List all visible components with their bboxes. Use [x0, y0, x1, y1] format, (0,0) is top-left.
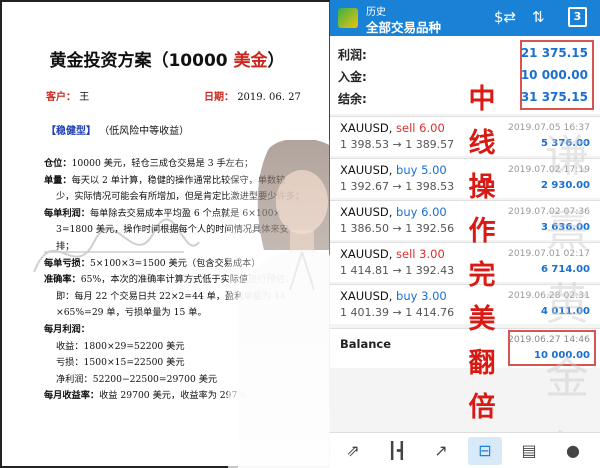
- trade-volume: sell 3.00: [396, 247, 445, 261]
- promo-char: 操: [468, 172, 496, 203]
- plan-line-text: 亏损：1500×15=22500 美元: [56, 357, 185, 369]
- promo-char: 完: [468, 260, 496, 291]
- watermark-char: 熹: [545, 205, 589, 256]
- title-prefix: 黄金投资方案（10000: [49, 51, 234, 71]
- promo-char: 倍: [468, 392, 496, 423]
- trade-symbol: XAUUSD, sell 6.00: [340, 121, 445, 135]
- trade-volume: sell 6.00: [396, 121, 445, 135]
- plan-line-text: 净利润：52200−22500=29700 美元: [56, 373, 218, 385]
- trade-volume: buy 3.00: [396, 289, 447, 303]
- watermark-char: 黄: [545, 279, 589, 330]
- plan-line-text: 10000 美元，轻仓三成仓交易是 3 手左右；: [71, 158, 254, 169]
- trade-symbol-name: XAUUSD,: [340, 247, 393, 261]
- promo-vertical-text: 中线操作完美翻倍: [462, 78, 502, 430]
- bottom-nav: ⇗ ┃┫ ↗ ⊟ ▤ ●: [330, 432, 600, 468]
- trade-symbol: XAUUSD, buy 3.00: [340, 289, 447, 303]
- profit-label: 利润:: [338, 48, 367, 62]
- plan-line-label: 单量：: [44, 174, 72, 186]
- app-logo-icon: [338, 8, 358, 28]
- news-icon[interactable]: ▤: [512, 437, 546, 465]
- history-icon[interactable]: ⊟: [468, 437, 502, 465]
- promo-char: 线: [468, 128, 496, 159]
- plan-line-text: 收益 29700 美元，收益率为 297%: [99, 390, 247, 402]
- section-heading: 【稳健型】 （低风险中等收益）: [46, 122, 189, 137]
- client-value: 王: [79, 92, 90, 103]
- plan-line-label: 每月收益率：: [44, 390, 100, 402]
- trade-prices: 1 392.67 → 1 398.53: [340, 180, 455, 193]
- trade-prices: 1 414.81 → 1 392.43: [340, 264, 455, 277]
- promo-char: 翻: [468, 348, 496, 379]
- summary-highlight-box: [520, 40, 594, 110]
- promo-char: 美: [468, 304, 496, 335]
- quotes-icon[interactable]: ⇗: [336, 437, 370, 465]
- promo-char: 中: [468, 84, 496, 115]
- client-field: 客户： 王: [46, 88, 89, 103]
- trade-symbol-name: XAUUSD,: [340, 121, 393, 135]
- trade-symbol: XAUUSD, sell 3.00: [340, 247, 445, 261]
- trade-symbol: XAUUSD, buy 6.00: [340, 205, 447, 219]
- chat-icon[interactable]: ●: [556, 437, 590, 465]
- currency-exchange-icon[interactable]: $⇄: [494, 8, 516, 26]
- watermark-char: 谦: [545, 131, 589, 182]
- trade-symbol-name: XAUUSD,: [340, 163, 393, 177]
- trade-prices: 1 398.53 → 1 389.57: [340, 138, 455, 151]
- mt4-history-screen: 历史 全部交易品种 $⇄ ⇅ 3 利润: 21 375.15 入金: 10 00…: [330, 0, 600, 468]
- promo-char: 作: [468, 216, 496, 247]
- deposit-label: 入金:: [338, 70, 367, 84]
- date-label: 日期：: [204, 92, 234, 103]
- trade-symbol-name: XAUUSD,: [340, 205, 393, 219]
- ghost-watermark: 谦熹黄金鲁: [538, 120, 596, 468]
- title-red: 美金: [233, 51, 268, 71]
- date-value: 2019. 06. 27: [237, 92, 301, 103]
- balance-summary-label: 结余:: [338, 92, 367, 106]
- app-title[interactable]: 全部交易品种: [366, 17, 441, 36]
- trade-icon[interactable]: ↗: [424, 437, 458, 465]
- app-subtitle: 历史: [366, 7, 386, 18]
- calendar-icon[interactable]: 3: [568, 7, 587, 27]
- section-tag: 【稳健型】: [46, 126, 96, 137]
- watermark-char: 金: [545, 353, 589, 404]
- balance-label: Balance: [340, 337, 392, 351]
- client-label: 客户：: [46, 92, 76, 103]
- sort-icon[interactable]: ⇅: [532, 8, 545, 26]
- trade-prices: 1 401.39 → 1 414.76: [340, 306, 455, 319]
- trade-prices: 1 386.50 → 1 392.56: [340, 222, 455, 235]
- trade-symbol: XAUUSD, buy 5.00: [340, 163, 447, 177]
- chart-icon[interactable]: ┃┫: [380, 437, 414, 465]
- signature-watermark: [33, 218, 200, 273]
- plan-line-label: 每月利润：: [44, 323, 90, 335]
- plan-line-text: ×65%=29 单，亏损单量为 15 单。: [56, 307, 207, 319]
- trade-volume: buy 6.00: [396, 205, 447, 219]
- date-field: 日期： 2019. 06. 27: [204, 88, 301, 103]
- title-suffix: ）: [267, 51, 285, 71]
- plan-line-text: 收益：1800×29=52200 美元: [56, 340, 185, 352]
- app-bar: 历史 全部交易品种 $⇄ ⇅ 3: [330, 0, 600, 36]
- document-title: 黄金投资方案（10000 美金）: [2, 46, 332, 71]
- section-note: （低风险中等收益）: [99, 126, 190, 137]
- plan-line-label: 仓位：: [44, 158, 72, 169]
- trade-volume: buy 5.00: [396, 163, 447, 177]
- trade-symbol-name: XAUUSD,: [340, 289, 393, 303]
